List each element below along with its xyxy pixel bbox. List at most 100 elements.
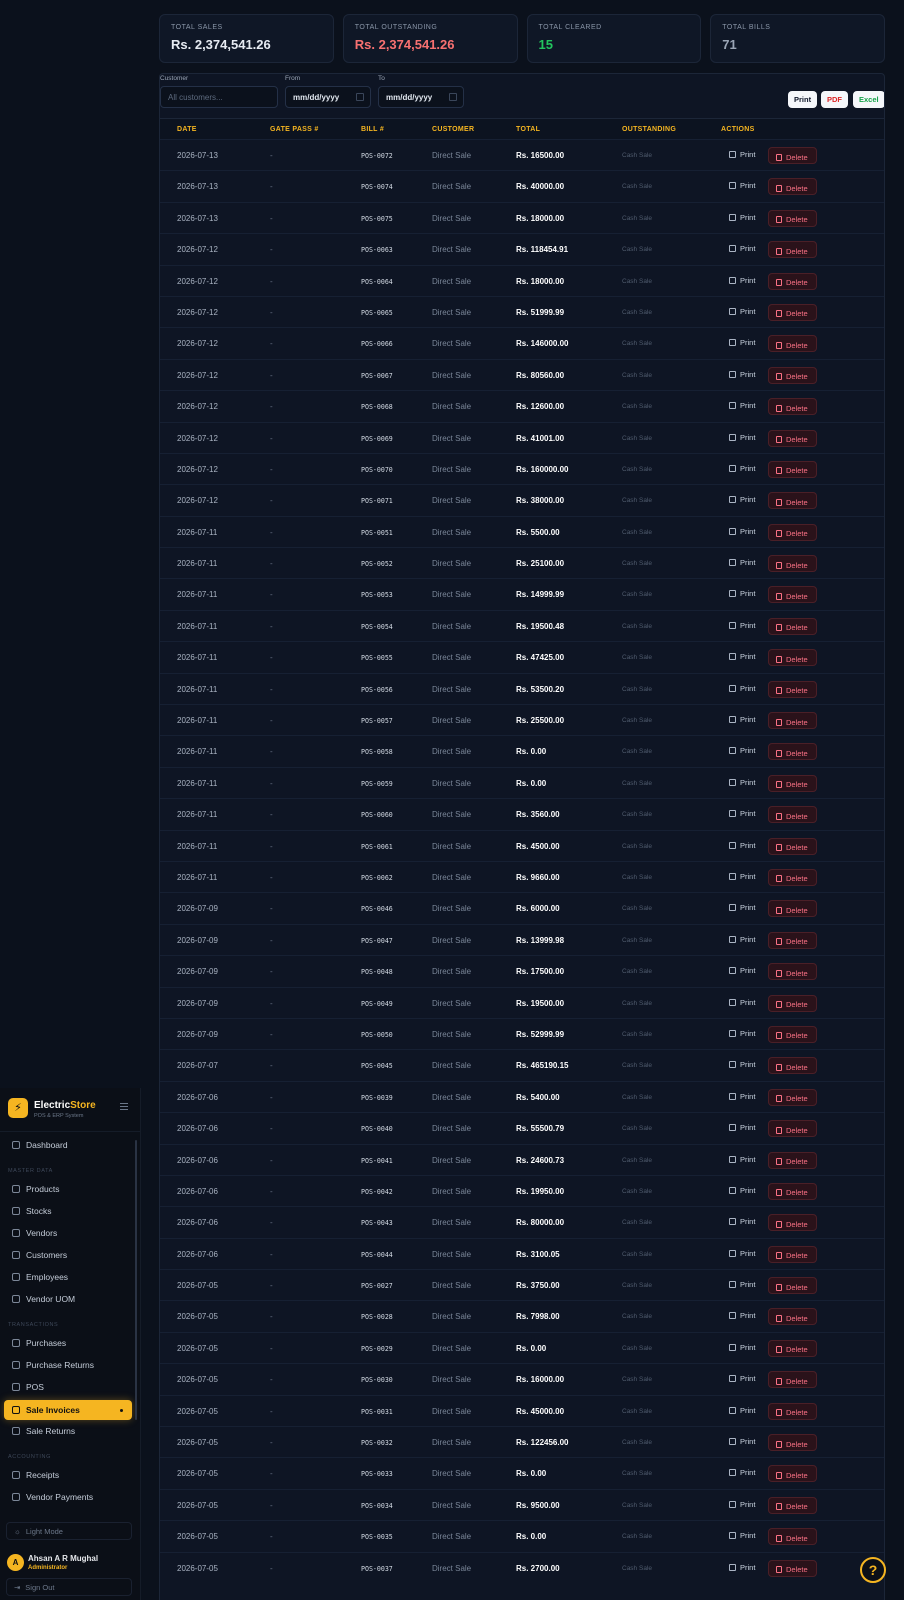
row-delete-button[interactable]: Delete <box>768 837 817 855</box>
row-print-button[interactable]: Print <box>729 150 755 159</box>
row-print-button[interactable]: Print <box>729 1311 755 1320</box>
light-mode-toggle[interactable]: ☼ Light Mode <box>6 1522 132 1540</box>
row-print-button[interactable]: Print <box>729 1437 755 1446</box>
row-print-button[interactable]: Print <box>729 1060 755 1069</box>
col-bill[interactable]: BILL # <box>361 126 384 133</box>
row-delete-button[interactable]: Delete <box>768 1371 817 1389</box>
row-delete-button[interactable]: Delete <box>768 1559 817 1577</box>
row-delete-button[interactable]: Delete <box>768 806 817 824</box>
sidebar-item-dashboard[interactable]: Dashboard <box>12 1140 68 1150</box>
row-print-button[interactable]: Print <box>729 1343 755 1352</box>
row-delete-button[interactable]: Delete <box>768 1496 817 1514</box>
export-print-button[interactable]: Print <box>788 91 818 108</box>
row-print-button[interactable]: Print <box>729 558 755 567</box>
row-delete-button[interactable]: Delete <box>768 1528 817 1546</box>
sidebar-item-vendors[interactable]: Vendors <box>12 1228 57 1238</box>
sidebar-item-purchase-returns[interactable]: Purchase Returns <box>12 1360 94 1370</box>
row-print-button[interactable]: Print <box>729 1374 755 1383</box>
row-print-button[interactable]: Print <box>729 1123 755 1132</box>
row-print-button[interactable]: Print <box>729 1092 755 1101</box>
row-print-button[interactable]: Print <box>729 872 755 881</box>
row-delete-button[interactable]: Delete <box>768 1182 817 1200</box>
row-delete-button[interactable]: Delete <box>768 900 817 918</box>
row-delete-button[interactable]: Delete <box>768 272 817 290</box>
col-total[interactable]: TOTAL <box>516 126 540 133</box>
row-delete-button[interactable]: Delete <box>768 492 817 510</box>
sidebar-item-sale-returns[interactable]: Sale Returns <box>12 1426 75 1436</box>
row-print-button[interactable]: Print <box>729 998 755 1007</box>
row-delete-button[interactable]: Delete <box>768 743 817 761</box>
sidebar-item-vendor-uom[interactable]: Vendor UOM <box>12 1294 75 1304</box>
sidebar-item-receipts[interactable]: Receipts <box>12 1470 59 1480</box>
help-button[interactable]: ? <box>860 1557 886 1583</box>
row-print-button[interactable]: Print <box>729 589 755 598</box>
row-delete-button[interactable]: Delete <box>768 555 817 573</box>
row-delete-button[interactable]: Delete <box>768 209 817 227</box>
row-print-button[interactable]: Print <box>729 213 755 222</box>
row-print-button[interactable]: Print <box>729 1029 755 1038</box>
row-print-button[interactable]: Print <box>729 966 755 975</box>
customer-filter-input[interactable]: All customers... <box>160 86 278 108</box>
row-delete-button[interactable]: Delete <box>768 523 817 541</box>
row-delete-button[interactable]: Delete <box>768 1151 817 1169</box>
row-print-button[interactable]: Print <box>729 1280 755 1289</box>
row-delete-button[interactable]: Delete <box>768 1025 817 1043</box>
row-delete-button[interactable]: Delete <box>768 649 817 667</box>
row-delete-button[interactable]: Delete <box>768 1402 817 1420</box>
col-gate-pass[interactable]: GATE PASS # <box>270 126 319 133</box>
row-delete-button[interactable]: Delete <box>768 617 817 635</box>
row-print-button[interactable]: Print <box>729 276 755 285</box>
row-delete-button[interactable]: Delete <box>768 1120 817 1138</box>
row-print-button[interactable]: Print <box>729 401 755 410</box>
row-print-button[interactable]: Print <box>729 746 755 755</box>
row-print-button[interactable]: Print <box>729 1186 755 1195</box>
sidebar-item-pos[interactable]: POS <box>12 1382 44 1392</box>
row-delete-button[interactable]: Delete <box>768 178 817 196</box>
row-delete-button[interactable]: Delete <box>768 931 817 949</box>
row-delete-button[interactable]: Delete <box>768 963 817 981</box>
sidebar-item-vendor-payments[interactable]: Vendor Payments <box>12 1492 93 1502</box>
row-delete-button[interactable]: Delete <box>768 335 817 353</box>
from-date-input[interactable]: mm/dd/yyyy <box>285 86 371 108</box>
row-print-button[interactable]: Print <box>729 935 755 944</box>
row-print-button[interactable]: Print <box>729 244 755 253</box>
row-delete-button[interactable]: Delete <box>768 1308 817 1326</box>
hamburger-menu-icon[interactable] <box>120 1103 128 1110</box>
row-delete-button[interactable]: Delete <box>768 147 817 164</box>
row-delete-button[interactable]: Delete <box>768 366 817 384</box>
row-delete-button[interactable]: Delete <box>768 774 817 792</box>
row-delete-button[interactable]: Delete <box>768 241 817 259</box>
sidebar-item-employees[interactable]: Employees <box>12 1272 68 1282</box>
row-delete-button[interactable]: Delete <box>768 1088 817 1106</box>
row-print-button[interactable]: Print <box>729 495 755 504</box>
row-print-button[interactable]: Print <box>729 181 755 190</box>
sidebar-item-purchases[interactable]: Purchases <box>12 1338 66 1348</box>
sign-out-button[interactable]: ⇥ Sign Out <box>6 1578 132 1596</box>
export-excel-button[interactable]: Excel <box>853 91 884 108</box>
row-print-button[interactable]: Print <box>729 684 755 693</box>
row-print-button[interactable]: Print <box>729 338 755 347</box>
export-pdf-button[interactable]: PDF <box>821 91 848 108</box>
col-date[interactable]: DATE <box>177 126 197 133</box>
row-print-button[interactable]: Print <box>729 1531 755 1540</box>
calendar-icon[interactable] <box>449 93 457 101</box>
row-print-button[interactable]: Print <box>729 621 755 630</box>
row-print-button[interactable]: Print <box>729 1155 755 1164</box>
row-delete-button[interactable]: Delete <box>768 868 817 886</box>
row-delete-button[interactable]: Delete <box>768 712 817 730</box>
sidebar-scrollbar[interactable] <box>135 1140 137 1420</box>
row-print-button[interactable]: Print <box>729 1406 755 1415</box>
row-print-button[interactable]: Print <box>729 809 755 818</box>
row-delete-button[interactable]: Delete <box>768 1339 817 1357</box>
row-print-button[interactable]: Print <box>729 527 755 536</box>
col-customer[interactable]: CUSTOMER <box>432 126 474 133</box>
row-delete-button[interactable]: Delete <box>768 994 817 1012</box>
row-print-button[interactable]: Print <box>729 370 755 379</box>
col-outstanding[interactable]: OUTSTANDING <box>622 126 676 133</box>
row-print-button[interactable]: Print <box>729 1249 755 1258</box>
row-delete-button[interactable]: Delete <box>768 1245 817 1263</box>
row-print-button[interactable]: Print <box>729 1500 755 1509</box>
row-delete-button[interactable]: Delete <box>768 680 817 698</box>
row-delete-button[interactable]: Delete <box>768 1434 817 1452</box>
row-print-button[interactable]: Print <box>729 307 755 316</box>
